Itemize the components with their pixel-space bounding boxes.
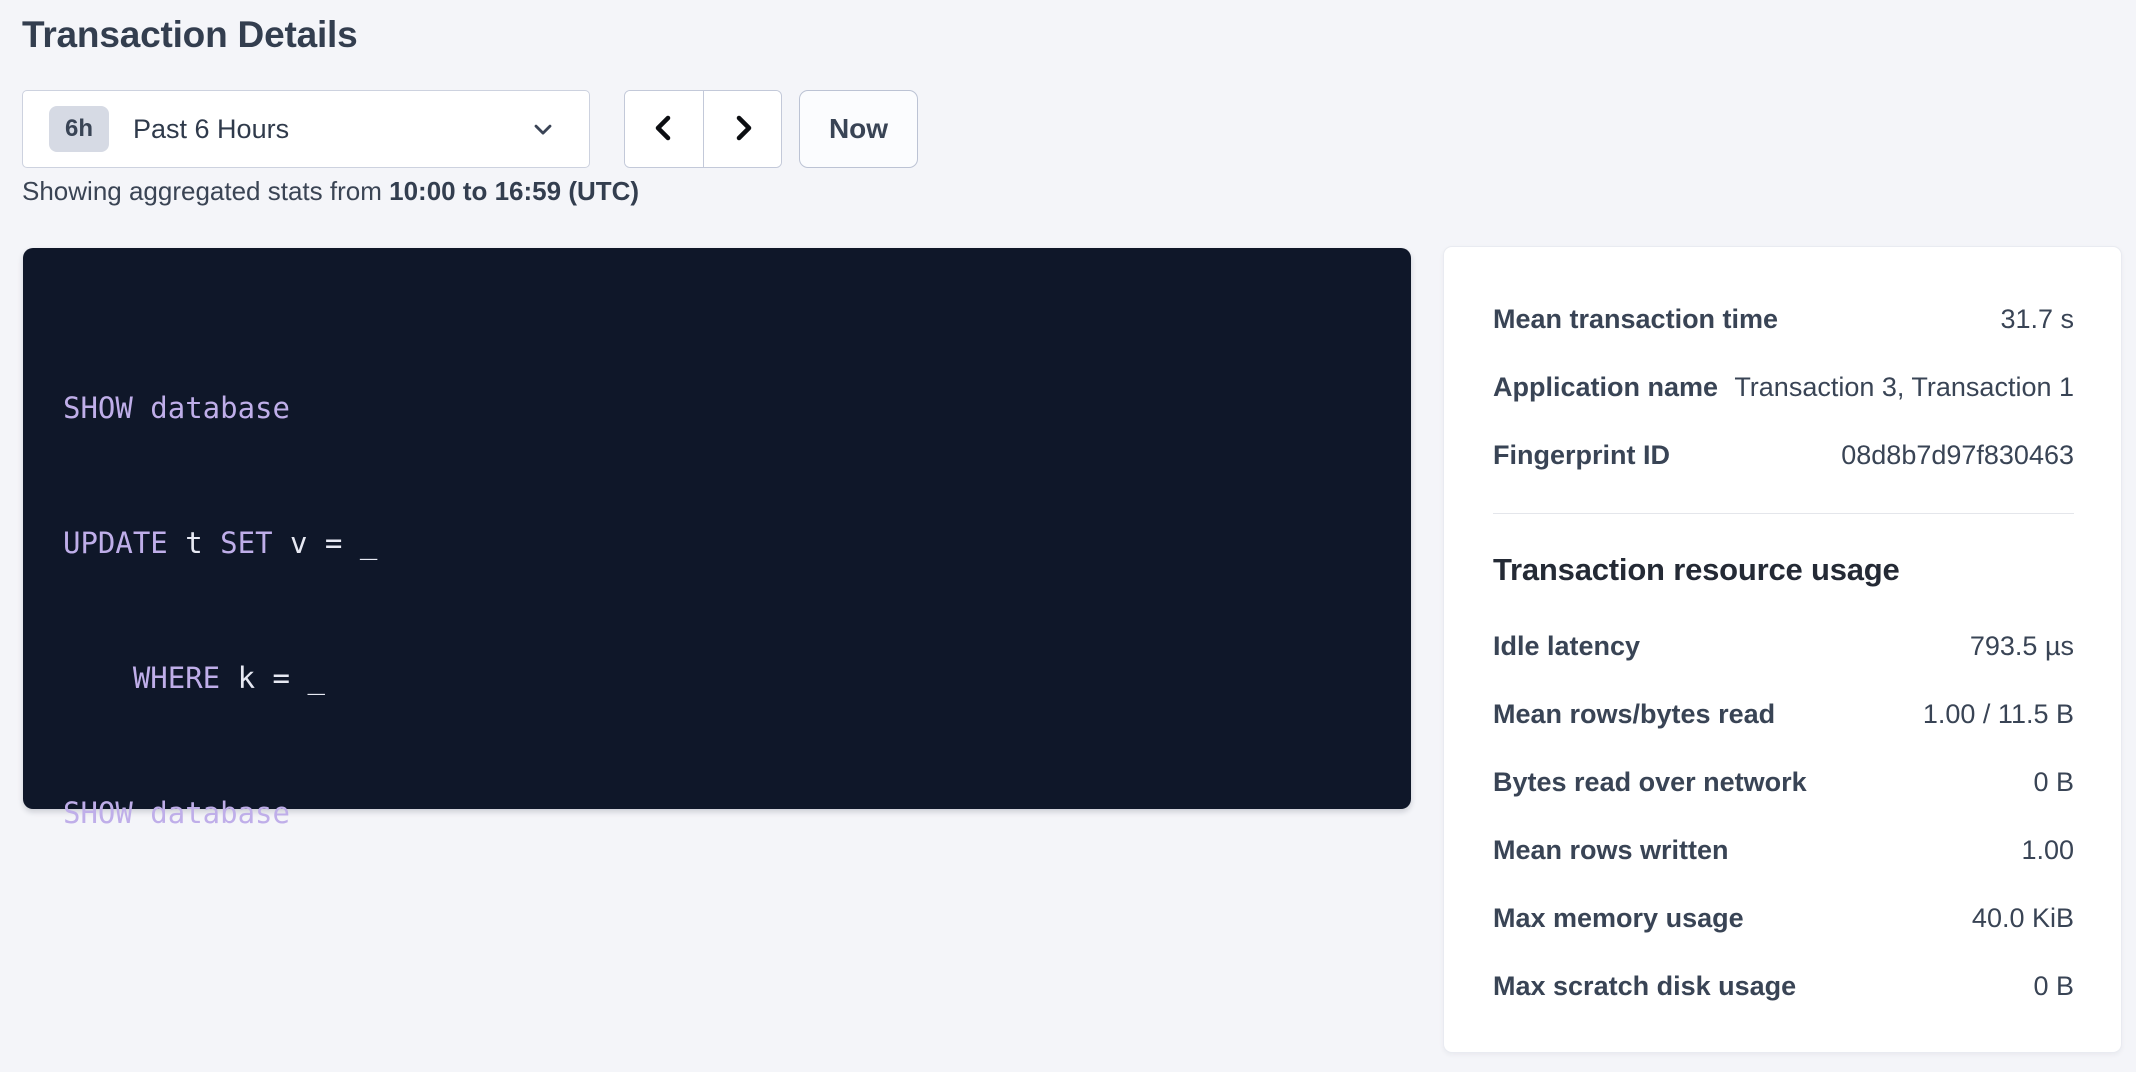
detail-row-fingerprint-id: Fingerprint ID 08d8b7d97f830463 [1493, 421, 2074, 489]
detail-value: 793.5 µs [1970, 631, 2074, 662]
time-range-dropdown[interactable]: 6h Past 6 Hours [22, 90, 590, 168]
detail-value: 31.7 s [2000, 304, 2074, 335]
detail-row-application-name: Application name Transaction 3, Transact… [1493, 353, 2074, 421]
sql-token: t [168, 526, 220, 560]
sql-line: SHOW database [63, 791, 1371, 836]
page-title: Transaction Details [22, 14, 358, 56]
next-range-button[interactable] [703, 91, 781, 167]
sql-line: WHERE k = _ [63, 656, 1371, 701]
sql-token: UPDATE [63, 526, 168, 560]
previous-range-button[interactable] [625, 91, 703, 167]
caption-prefix: Showing aggregated stats from [22, 176, 389, 206]
time-range-arrows [624, 90, 782, 168]
detail-row-bytes-read-over-network: Bytes read over network 0 B [1493, 748, 2074, 816]
detail-label: Mean transaction time [1493, 304, 1778, 335]
time-picker: 6h Past 6 Hours Now [22, 90, 918, 168]
transaction-details-page: Transaction Details 6h Past 6 Hours Now … [0, 0, 2136, 1072]
sql-token: SHOW database [63, 796, 290, 830]
detail-label: Application name [1493, 372, 1718, 403]
sql-token: v = _ [273, 526, 378, 560]
detail-row-mean-rows-bytes-read: Mean rows/bytes read 1.00 / 11.5 B [1493, 680, 2074, 748]
sql-token: SET [220, 526, 272, 560]
detail-label: Mean rows/bytes read [1493, 699, 1775, 730]
detail-row-idle-latency: Idle latency 793.5 µs [1493, 612, 2074, 680]
detail-label: Max scratch disk usage [1493, 971, 1796, 1002]
detail-value: 40.0 KiB [1972, 903, 2074, 934]
detail-label: Mean rows written [1493, 835, 1729, 866]
detail-row-mean-transaction-time: Mean transaction time 31.7 s [1493, 285, 2074, 353]
chevron-down-icon [529, 115, 557, 143]
sql-statement-box: SHOW database UPDATE t SET v = _ WHERE k… [23, 248, 1411, 809]
detail-row-max-memory-usage: Max memory usage 40.0 KiB [1493, 884, 2074, 952]
time-range-label: Past 6 Hours [133, 114, 529, 145]
detail-value: 1.00 [2021, 835, 2074, 866]
resource-usage-heading: Transaction resource usage [1493, 550, 2074, 590]
detail-label: Max memory usage [1493, 903, 1744, 934]
card-divider [1493, 513, 2074, 514]
detail-value: 08d8b7d97f830463 [1841, 440, 2074, 471]
sql-code: SHOW database UPDATE t SET v = _ WHERE k… [63, 296, 1371, 926]
sql-line: UPDATE t SET v = _ [63, 521, 1371, 566]
chevron-right-icon [727, 112, 759, 147]
now-button[interactable]: Now [799, 90, 918, 168]
detail-label: Idle latency [1493, 631, 1640, 662]
chevron-left-icon [648, 112, 680, 147]
sql-token: k = _ [220, 661, 325, 695]
caption-time-range: 10:00 to 16:59 (UTC) [389, 176, 639, 206]
sql-line: SHOW database [63, 386, 1371, 431]
detail-value: 0 B [2033, 971, 2074, 1002]
detail-label: Fingerprint ID [1493, 440, 1670, 471]
sql-token: WHERE [133, 661, 220, 695]
aggregated-stats-caption: Showing aggregated stats from 10:00 to 1… [22, 176, 639, 207]
sql-token: SHOW database [63, 391, 290, 425]
detail-label: Bytes read over network [1493, 767, 1807, 798]
time-range-badge: 6h [49, 106, 109, 152]
detail-value: 0 B [2033, 767, 2074, 798]
detail-value: Transaction 3, Transaction 1 [1734, 372, 2074, 403]
detail-row-max-scratch-disk-usage: Max scratch disk usage 0 B [1493, 952, 2074, 1020]
sql-token [63, 661, 133, 695]
detail-row-mean-rows-written: Mean rows written 1.00 [1493, 816, 2074, 884]
detail-value: 1.00 / 11.5 B [1923, 699, 2074, 730]
transaction-details-card: Mean transaction time 31.7 s Application… [1443, 246, 2122, 1053]
